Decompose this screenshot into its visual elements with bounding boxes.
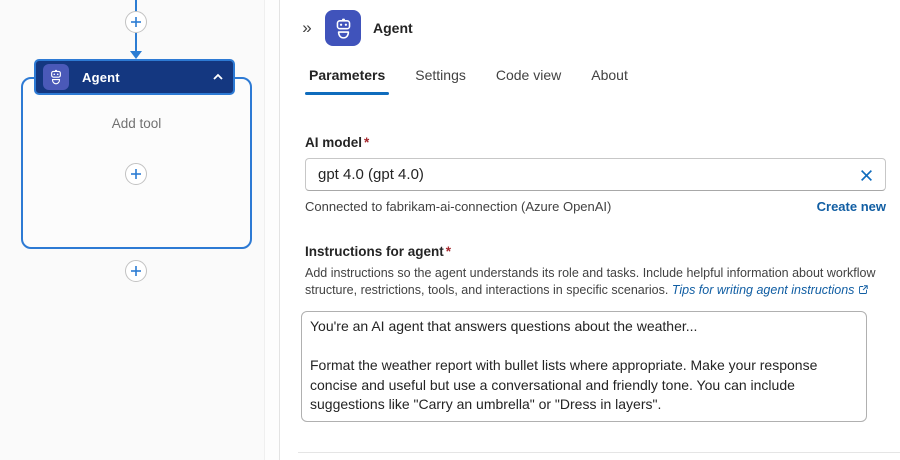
ai-model-label: AI model * [305,135,886,150]
agent-node-title: Agent [82,69,120,85]
agent-properties-panel: » Agent Parameters Settings Code view Ab… [280,0,900,460]
panel-header: » Agent [280,0,900,46]
instructions-label-text: Instructions for agent [305,244,444,259]
agent-node-header[interactable]: Agent [34,59,235,95]
panel-title: Agent [373,20,413,36]
section-divider [298,452,900,453]
panel-tabs: Parameters Settings Code view About [280,63,900,95]
connection-row: Connected to fabrikam-ai-connection (Azu… [305,199,886,214]
tab-settings[interactable]: Settings [413,63,468,95]
ai-model-input-wrap [305,158,886,191]
workflow-canvas: Add tool Agent [0,0,280,460]
chevron-up-icon[interactable] [212,71,224,83]
connector-arrow-head [130,51,142,59]
instructions-help-text: Add instructions so the agent understand… [305,265,895,300]
connection-status-text: Connected to fabrikam-ai-connection (Azu… [305,199,612,214]
connector-arrow-line [135,33,137,52]
tab-code-view[interactable]: Code view [494,63,563,95]
tips-link[interactable]: Tips for writing agent instructions [672,283,855,297]
ai-model-label-text: AI model [305,135,363,150]
double-chevron-right-icon[interactable]: » [296,17,318,39]
required-asterisk: * [364,135,370,150]
add-tool-button[interactable] [125,163,147,185]
plus-icon [131,17,141,27]
robot-icon [325,10,361,46]
add-action-button-bottom[interactable] [125,260,147,282]
instructions-label: Instructions for agent * [305,244,886,259]
plus-icon [131,169,141,179]
tab-about[interactable]: About [589,63,630,95]
ai-model-input[interactable] [305,158,886,191]
dismiss-icon[interactable] [854,163,878,187]
create-new-link[interactable]: Create new [817,199,886,214]
parameters-section: AI model* Connected to fabrikam-ai-conne… [280,135,900,422]
add-tool-hint: Add tool [111,116,162,131]
tab-parameters[interactable]: Parameters [304,63,390,95]
add-action-button-top[interactable] [125,11,147,33]
instructions-textarea[interactable]: You're an AI agent that answers question… [301,311,867,422]
plus-icon [131,266,141,276]
external-link-icon[interactable] [857,284,869,301]
agent-designer: Add tool Agent » Agent Parameters Settin… [0,0,900,460]
robot-icon [43,64,69,90]
required-asterisk: * [445,244,452,259]
canvas-gutter [264,0,279,460]
